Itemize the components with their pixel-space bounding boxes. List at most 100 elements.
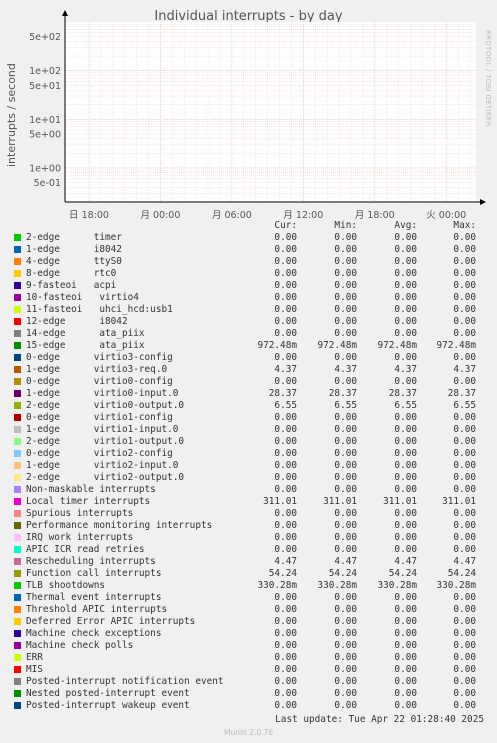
series-name: Threshold APIC interrupts bbox=[26, 604, 168, 615]
legend-row: 1-edge virtio3-req.0 4.37 4.37 4.37 4.37 bbox=[12, 364, 492, 376]
value-max: 0.00 bbox=[453, 532, 476, 543]
value-min: 0.00 bbox=[334, 448, 357, 459]
value-cur: 0.00 bbox=[274, 304, 297, 315]
legend-swatch bbox=[14, 558, 21, 565]
value-avg: 0.00 bbox=[394, 436, 417, 447]
value-min: 0.00 bbox=[334, 244, 357, 255]
series-name: IRQ work interrupts bbox=[26, 532, 134, 543]
legend-swatch bbox=[14, 234, 21, 241]
series-name: 1-edge virtio0-input.0 bbox=[26, 388, 179, 399]
value-min: 0.00 bbox=[334, 664, 357, 675]
value-max: 0.00 bbox=[453, 256, 476, 267]
value-avg: 0.00 bbox=[394, 448, 417, 459]
value-max: 0.00 bbox=[453, 376, 476, 387]
legend-table: Cur: Min: Avg: Max: 2-edge timer 0.00 0.00… bbox=[12, 220, 492, 712]
value-min: 0.00 bbox=[334, 292, 357, 303]
value-min: 0.00 bbox=[334, 604, 357, 615]
value-min: 0.00 bbox=[334, 232, 357, 243]
value-avg: 54.24 bbox=[388, 568, 417, 579]
legend-row: Posted-interrupt wakeup event 0.00 0.00 0.0… bbox=[12, 700, 492, 712]
legend-swatch bbox=[14, 570, 21, 577]
value-avg: 4.37 bbox=[394, 364, 417, 375]
value-min: 0.00 bbox=[334, 484, 357, 495]
value-avg: 0.00 bbox=[394, 472, 417, 483]
value-cur: 0.00 bbox=[274, 700, 297, 711]
y-tick-label: 1e+00 bbox=[29, 163, 61, 174]
value-cur: 0.00 bbox=[274, 616, 297, 627]
value-min: 0.00 bbox=[334, 412, 357, 423]
legend-swatch bbox=[14, 402, 21, 409]
value-min: 6.55 bbox=[334, 400, 357, 411]
series-name: Posted-interrupt notification event bbox=[26, 676, 224, 687]
series-name: 0-edge virtio0-config bbox=[26, 376, 173, 387]
value-min: 0.00 bbox=[334, 316, 357, 327]
value-avg: 0.00 bbox=[394, 520, 417, 531]
legend-row: 10-fasteoi virtio4 0.00 0.00 0.00 0.00 bbox=[12, 292, 492, 304]
series-name: Deferred Error APIC interrupts bbox=[26, 616, 196, 627]
legend-swatch bbox=[14, 690, 21, 697]
value-avg: 28.37 bbox=[388, 388, 417, 399]
legend-swatch bbox=[14, 282, 21, 289]
value-max: 0.00 bbox=[453, 316, 476, 327]
legend-swatch bbox=[14, 678, 21, 685]
legend-swatch bbox=[14, 666, 21, 673]
series-name: Spurious interrupts bbox=[26, 508, 134, 519]
value-cur: 0.00 bbox=[274, 244, 297, 255]
legend-swatch bbox=[14, 330, 21, 337]
legend-row: Rescheduling interrupts 4.47 4.47 4.47 4.47 bbox=[12, 556, 492, 568]
legend-row: TLB shootdowns 330.28m 330.28m 330.28m 330.2… bbox=[12, 580, 492, 592]
value-max: 0.00 bbox=[453, 700, 476, 711]
legend-swatch bbox=[14, 306, 21, 313]
value-max: 0.00 bbox=[453, 292, 476, 303]
series-name: 10-fasteoi virtio4 bbox=[26, 292, 139, 303]
value-min: 4.37 bbox=[334, 364, 357, 375]
value-avg: 0.00 bbox=[394, 616, 417, 627]
col-max: Max: bbox=[453, 220, 476, 231]
legend-row: 2-edge virtio0-output.0 6.55 6.55 6.55 6.55 bbox=[12, 400, 492, 412]
y-tick-label: 5e-01 bbox=[34, 178, 61, 189]
value-avg: 0.00 bbox=[394, 268, 417, 279]
value-max: 0.00 bbox=[453, 328, 476, 339]
value-cur: 0.00 bbox=[274, 604, 297, 615]
legend-swatch bbox=[14, 546, 21, 553]
value-cur: 0.00 bbox=[274, 280, 297, 291]
series-name: 4-edge ttyS0 bbox=[26, 256, 122, 267]
y-tick-label: 5e+02 bbox=[29, 32, 61, 43]
legend-header: Cur: Min: Avg: Max: bbox=[12, 220, 492, 232]
legend-row: APIC ICR read retries 0.00 0.00 0.00 0.00 bbox=[12, 544, 492, 556]
value-max: 0.00 bbox=[453, 652, 476, 663]
legend-row: 0-edge virtio3-config 0.00 0.00 0.00 0.00 bbox=[12, 352, 492, 364]
value-max: 28.37 bbox=[447, 388, 476, 399]
plot-area: 5e-011e+005e+001e+015e+011e+025e+02 日 18… bbox=[29, 10, 486, 221]
value-cur: 6.55 bbox=[274, 400, 297, 411]
value-max: 0.00 bbox=[453, 688, 476, 699]
series-name: 11-fasteoi uhci_hcd:usb1 bbox=[26, 304, 173, 315]
series-name: 8-edge rtc0 bbox=[26, 268, 117, 279]
value-cur: 0.00 bbox=[274, 628, 297, 639]
legend-row: 12-edge i8042 0.00 0.00 0.00 0.00 bbox=[12, 316, 492, 328]
series-name: Machine check polls bbox=[26, 640, 134, 651]
value-max: 0.00 bbox=[453, 352, 476, 363]
value-avg: 0.00 bbox=[394, 460, 417, 471]
value-max: 0.00 bbox=[453, 616, 476, 627]
legend-swatch bbox=[14, 246, 21, 253]
legend-swatch bbox=[14, 582, 21, 589]
series-name: Thermal event interrupts bbox=[26, 592, 162, 603]
value-avg: 0.00 bbox=[394, 508, 417, 519]
value-min: 0.00 bbox=[334, 268, 357, 279]
value-avg: 0.00 bbox=[394, 592, 417, 603]
value-cur: 0.00 bbox=[274, 328, 297, 339]
value-max: 0.00 bbox=[453, 520, 476, 531]
value-avg: 0.00 bbox=[394, 532, 417, 543]
value-cur: 0.00 bbox=[274, 520, 297, 531]
legend-swatch bbox=[14, 438, 21, 445]
legend-row: 2-edge timer 0.00 0.00 0.00 0.00 bbox=[12, 232, 492, 244]
series-name: Nested posted-interrupt event bbox=[26, 688, 190, 699]
value-avg: 0.00 bbox=[394, 352, 417, 363]
series-name: Function call interrupts bbox=[26, 568, 162, 579]
value-min: 28.37 bbox=[328, 388, 357, 399]
value-min: 0.00 bbox=[334, 424, 357, 435]
value-min: 0.00 bbox=[334, 688, 357, 699]
value-max: 0.00 bbox=[453, 508, 476, 519]
value-min: 0.00 bbox=[334, 472, 357, 483]
